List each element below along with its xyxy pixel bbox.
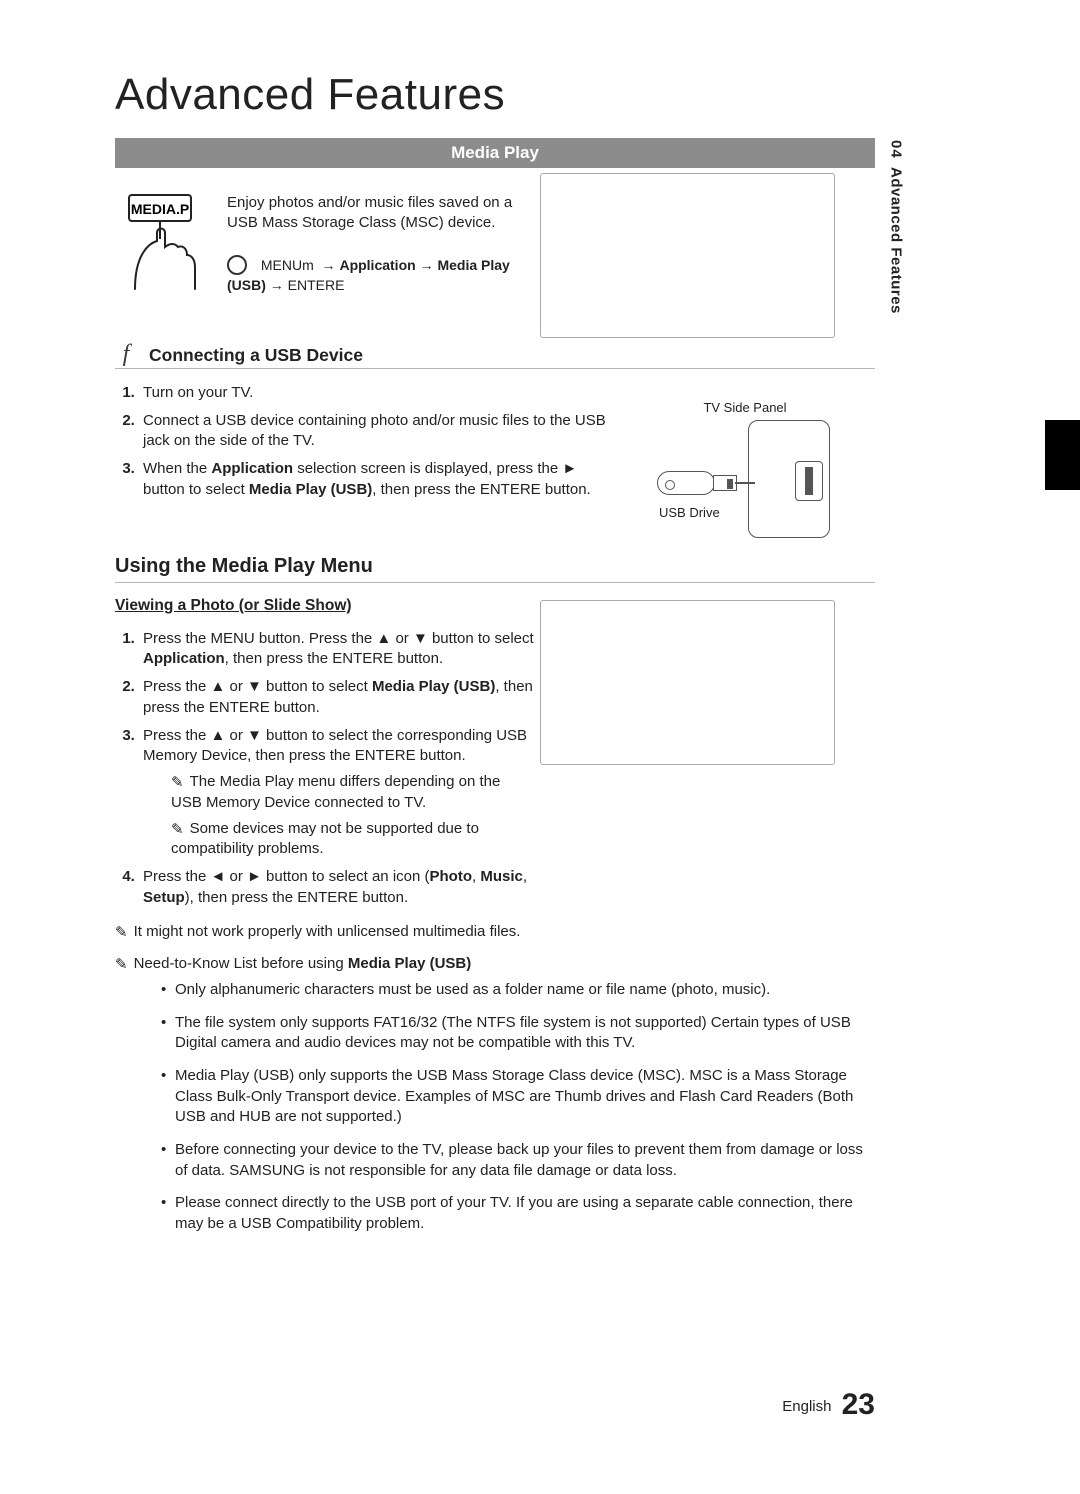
view-step-1: Press the MENU button. Press the ▲ or ▼ …	[139, 629, 535, 670]
note-unlicensed: ✎It might not work properly with unlicen…	[115, 922, 875, 940]
need-to-know-list: Only alphanumeric characters must be use…	[115, 980, 875, 1235]
chapter-tab: 04 Advanced Features	[882, 140, 910, 360]
section-connecting-usb: f Connecting a USB Device	[115, 345, 875, 369]
view-step-2: Press the ▲ or ▼ button to select Media …	[139, 677, 535, 718]
section-marker-icon: f	[115, 345, 137, 367]
intro-text: Enjoy photos and/or music files saved on…	[227, 193, 542, 234]
usb-drive-icon	[657, 469, 745, 497]
remote-button-icon: MEDIA.P	[115, 193, 205, 295]
step-1: Turn on your TV.	[139, 383, 620, 403]
tv-panel-caption: TV Side Panel	[660, 400, 830, 415]
note-icon: ✎	[171, 820, 184, 840]
ntk-item: Media Play (USB) only supports the USB M…	[161, 1066, 875, 1128]
ntk-item: The file system only supports FAT16/32 (…	[161, 1013, 875, 1054]
menu-icon	[227, 255, 247, 275]
page-footer: English 23	[782, 1388, 875, 1422]
tv-side-panel-diagram: TV Side Panel USB Drive	[660, 400, 830, 538]
note-icon: ✎	[115, 955, 128, 973]
chapter-label: Advanced Features	[888, 167, 905, 314]
note-ntk-lead: ✎Need-to-Know List before using Media Pl…	[115, 954, 875, 972]
page-number: 23	[842, 1388, 875, 1421]
ntk-item: Before connecting your device to the TV,…	[161, 1140, 875, 1181]
remote-label: MEDIA.P	[131, 201, 189, 217]
section-using-media-play: Using the Media Play Menu	[115, 555, 875, 583]
view-step-4: Press the ◄ or ► button to select an ico…	[139, 867, 535, 908]
view-step-3: Press the ▲ or ▼ button to select the co…	[139, 726, 535, 860]
tv-panel-box: USB Drive	[748, 420, 830, 538]
screenshot-placeholder-1	[540, 173, 835, 338]
screenshot-placeholder-2	[540, 600, 835, 765]
section-heading: Connecting a USB Device	[149, 345, 363, 366]
footer-language: English	[782, 1398, 831, 1415]
ntk-item: Please connect directly to the USB port …	[161, 1193, 875, 1234]
note-icon: ✎	[171, 773, 184, 793]
thumb-tab	[1045, 420, 1080, 490]
step-2: Connect a USB device containing photo an…	[139, 411, 620, 452]
note-icon: ✎	[115, 923, 128, 941]
menu-path: MENUm → Application → Media Play (USB) →…	[227, 256, 542, 295]
page-title: Advanced Features	[115, 70, 875, 120]
step-3: When the Application selection screen is…	[139, 459, 620, 500]
usb-drive-label: USB Drive	[659, 505, 720, 520]
usb-port-icon	[795, 461, 823, 501]
ntk-item: Only alphanumeric characters must be use…	[161, 980, 875, 1001]
section-band-media-play: Media Play	[115, 138, 875, 168]
chapter-number: 04	[888, 140, 905, 159]
